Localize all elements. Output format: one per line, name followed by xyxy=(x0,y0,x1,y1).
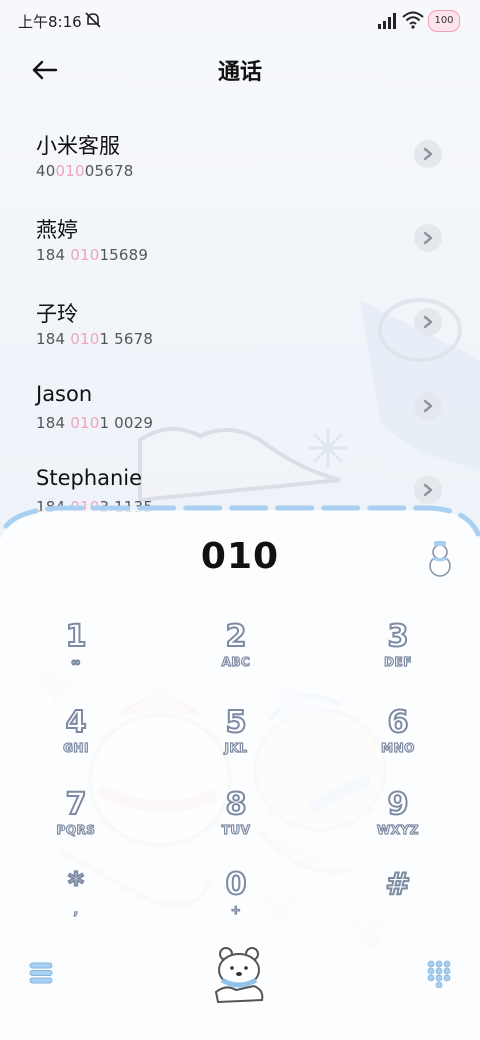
header: 通话 xyxy=(0,40,480,100)
snowman-icon[interactable] xyxy=(420,538,460,578)
contact-detail-button[interactable] xyxy=(414,392,442,420)
wifi-icon xyxy=(402,11,424,29)
contact-number: 4001005678 xyxy=(36,162,134,180)
key-digit: 0 xyxy=(225,867,248,903)
key-star[interactable]: * , xyxy=(31,867,121,938)
call-button-bear-icon[interactable] xyxy=(206,940,274,1008)
key-digit: 1 xyxy=(65,619,88,655)
contact-row[interactable]: 子玲 184 0101 5678 xyxy=(0,288,480,372)
keypad-icon[interactable] xyxy=(426,960,452,988)
contact-list: 小米客服 4001005678 燕婷 184 01015689 子玲 184 0… xyxy=(0,120,480,540)
key-letters: DEF xyxy=(383,654,412,669)
contact-name: 小米客服 xyxy=(36,134,120,158)
dial-input-display[interactable]: 010 xyxy=(0,536,480,577)
key-8[interactable]: 8 TUV xyxy=(191,787,281,858)
key-letters: + xyxy=(230,902,242,917)
key-digit: 6 xyxy=(387,705,410,741)
key-letters: JKL xyxy=(224,740,248,755)
status-time: 上午8:16 xyxy=(18,13,82,31)
key-letters: WXYZ xyxy=(376,822,419,837)
key-digit: 9 xyxy=(387,787,410,823)
key-letters: PQRS xyxy=(56,822,96,837)
key-letters: ABC xyxy=(221,654,251,669)
mute-icon xyxy=(85,12,101,28)
contact-name: Jason xyxy=(36,382,93,406)
chevron-right-icon xyxy=(423,483,433,497)
contact-detail-button[interactable] xyxy=(414,140,442,168)
contact-name: Stephanie xyxy=(36,466,143,490)
key-digit: # xyxy=(384,867,411,903)
key-letters: GHI xyxy=(62,740,89,755)
voicemail-icon: ∞ xyxy=(70,654,82,669)
chevron-right-icon xyxy=(423,399,433,413)
key-2[interactable]: 2 ABC xyxy=(191,619,281,690)
key-digit: * xyxy=(67,867,85,903)
contact-row[interactable]: 燕婷 184 01015689 xyxy=(0,204,480,288)
page-title: 通话 xyxy=(217,60,262,85)
contact-number: 184 01015689 xyxy=(36,246,149,264)
key-hash[interactable]: # xyxy=(353,867,443,938)
key-digit: 8 xyxy=(225,787,248,823)
key-digit: 7 xyxy=(65,787,88,823)
menu-icon[interactable] xyxy=(28,960,54,986)
key-digit: 5 xyxy=(225,705,248,741)
key-6[interactable]: 6 MNO xyxy=(353,705,443,776)
key-letters: TUV xyxy=(221,822,251,837)
key-5[interactable]: 5 JKL xyxy=(191,705,281,776)
key-9[interactable]: 9 WXYZ xyxy=(353,787,443,858)
contact-row[interactable]: 小米客服 4001005678 xyxy=(0,120,480,204)
contact-number: 184 0101 5678 xyxy=(36,330,154,348)
battery-icon: 100 xyxy=(428,10,460,32)
contact-detail-button[interactable] xyxy=(414,224,442,252)
chevron-right-icon xyxy=(423,315,433,329)
signal-icon xyxy=(378,13,396,29)
contact-name: 子玲 xyxy=(36,302,78,326)
contact-row[interactable]: Jason 184 0101 0029 xyxy=(0,372,480,456)
dialer-panel: 010 1 ∞ 2 ABC 3 DEF 4 GHI 5 JKL 6 MNO 7 … xyxy=(0,500,480,1040)
status-bar: 上午8:16 100 xyxy=(0,0,480,40)
contact-name: 燕婷 xyxy=(36,218,78,242)
key-1[interactable]: 1 ∞ xyxy=(31,619,121,690)
chevron-right-icon xyxy=(423,231,433,245)
chevron-right-icon xyxy=(423,147,433,161)
key-0[interactable]: 0 + xyxy=(191,867,281,938)
key-letters: , xyxy=(73,902,79,917)
key-letters: MNO xyxy=(381,740,415,755)
key-4[interactable]: 4 GHI xyxy=(31,705,121,776)
contact-detail-button[interactable] xyxy=(414,308,442,336)
key-7[interactable]: 7 PQRS xyxy=(31,787,121,858)
key-digit: 4 xyxy=(65,705,88,741)
key-digit: 2 xyxy=(225,619,248,655)
key-digit: 3 xyxy=(387,619,410,655)
contact-number: 184 0101 0029 xyxy=(36,414,154,432)
key-3[interactable]: 3 DEF xyxy=(353,619,443,690)
